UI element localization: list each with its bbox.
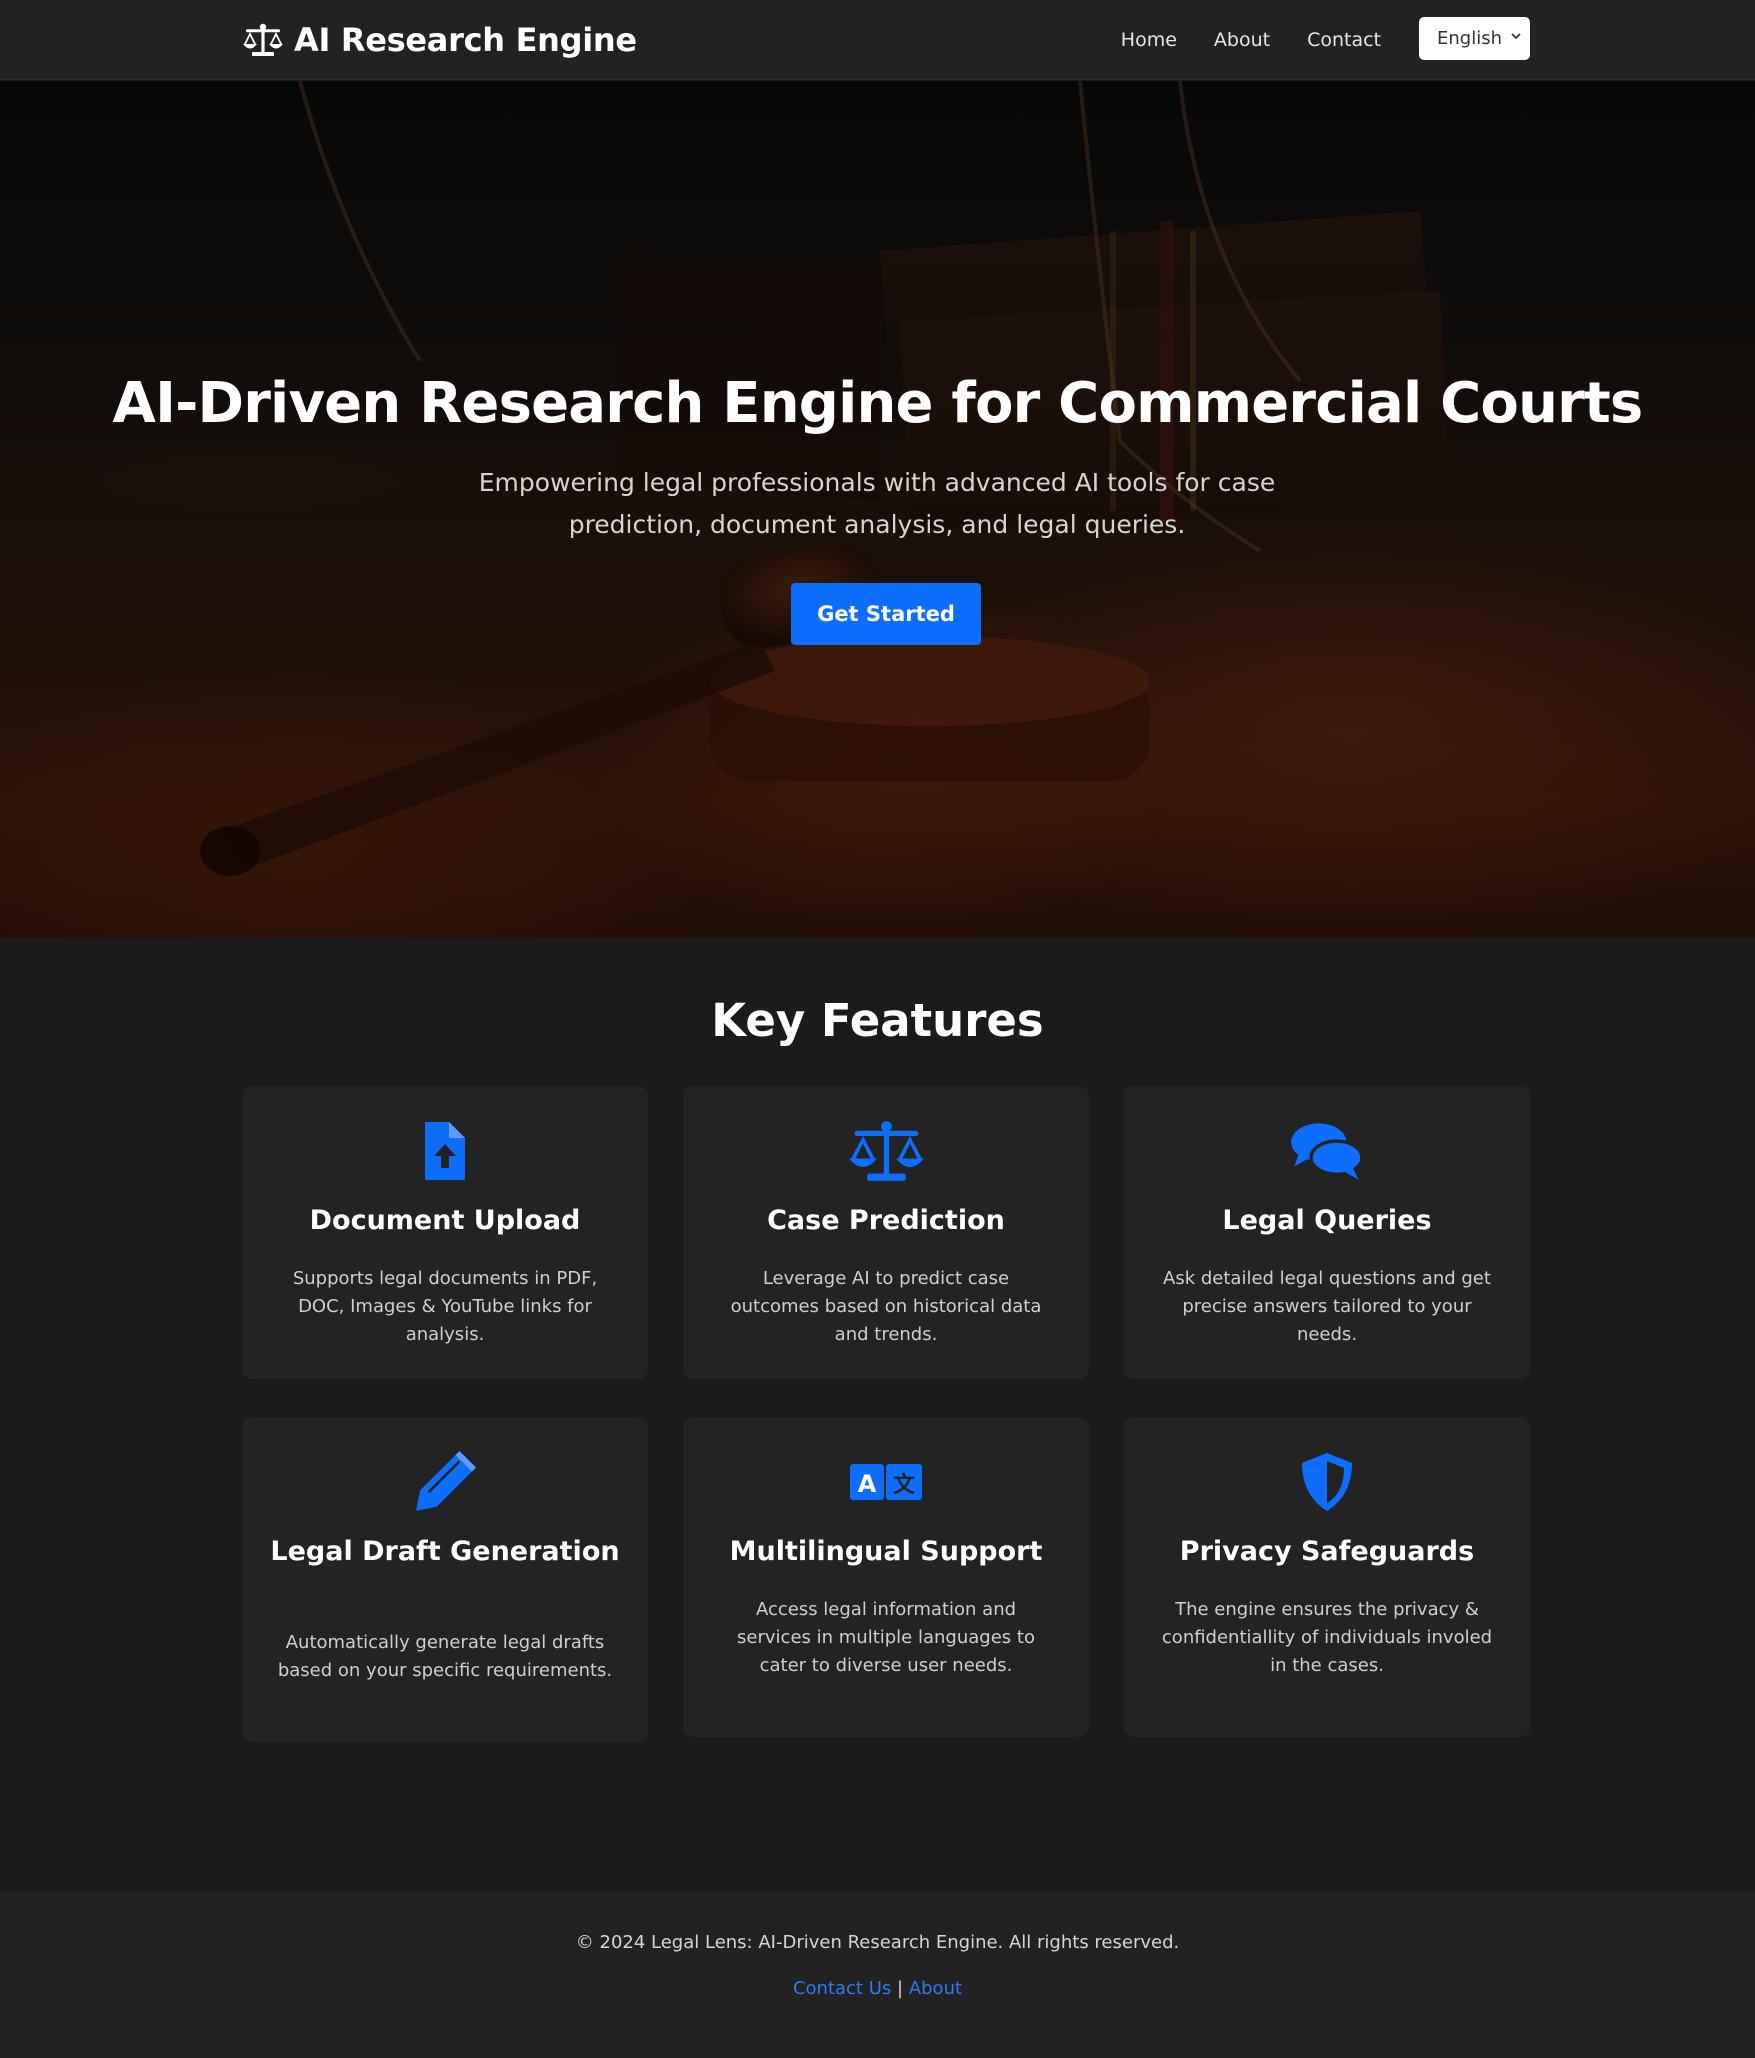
nav-link-home[interactable]: Home <box>1121 29 1177 51</box>
footer-about-link[interactable]: About <box>909 1978 962 1999</box>
feature-card-case-prediction: Case Prediction Leverage AI to predict c… <box>683 1086 1089 1379</box>
feature-description: Automatically generate legal drafts base… <box>277 1632 613 1681</box>
comments-icon <box>1291 1123 1364 1180</box>
shield-icon <box>1302 1453 1352 1511</box>
features-section: Key Features Document Upload Supports le… <box>0 938 1755 1836</box>
feature-description: The engine ensures the privacy & confide… <box>1161 1599 1493 1676</box>
feature-description: Supports legal documents in PDF, DOC, Im… <box>292 1268 598 1345</box>
chevron-down-icon <box>1511 33 1521 40</box>
navbar: AI Research Engine Home About Contact En… <box>0 0 1755 80</box>
brand-name: AI Research Engine <box>294 21 637 59</box>
features-heading: Key Features <box>711 994 1044 1047</box>
pencil-icon <box>416 1451 476 1511</box>
feature-title: Privacy Safeguards <box>1179 1536 1475 1567</box>
feature-title: Case Prediction <box>767 1205 1005 1236</box>
footer-links: Contact Us | About <box>0 1978 1755 1999</box>
copyright-text: © 2024 Legal Lens: AI-Driven Research En… <box>575 1932 1180 1953</box>
svg-text:文: 文 <box>893 1472 916 1498</box>
get-started-button[interactable]: Get Started <box>791 583 981 645</box>
feature-title: Legal Draft Generation <box>270 1536 620 1567</box>
brand-link[interactable]: AI Research Engine <box>242 0 637 80</box>
footer-contact-us-link[interactable]: Contact Us <box>793 1978 891 1999</box>
hero-title: AI-Driven Research Engine for Commercial… <box>112 371 1644 436</box>
feature-card-legal-draft: Legal Draft Generation Automatically gen… <box>242 1417 648 1742</box>
nav-link-contact[interactable]: Contact <box>1307 29 1381 51</box>
feature-description: Access legal information and services in… <box>737 1599 1035 1676</box>
language-icon: A 文 <box>850 1464 922 1500</box>
feature-description: Leverage AI to predict case outcomes bas… <box>730 1268 1042 1345</box>
feature-card-multilingual: A 文 Multilingual Support Access legal in… <box>683 1417 1089 1737</box>
feature-card-privacy: Privacy Safeguards The engine ensures th… <box>1124 1417 1530 1737</box>
nav-links: Home About Contact <box>1121 0 1381 80</box>
nav-link-about[interactable]: About <box>1214 29 1270 51</box>
hero-subtitle: Empowering legal professionals with adva… <box>478 468 1276 539</box>
svg-text:A: A <box>858 1470 877 1498</box>
file-upload-icon <box>425 1122 465 1180</box>
feature-title: Legal Queries <box>1222 1205 1432 1236</box>
hero-section: AI-Driven Research Engine for Commercial… <box>0 81 1755 938</box>
balance-scale-icon <box>848 1121 924 1181</box>
feature-title: Multilingual Support <box>729 1536 1043 1567</box>
language-selected-value: English <box>1437 28 1502 49</box>
language-select[interactable]: English <box>1419 17 1530 60</box>
feature-description: Ask detailed legal questions and get pre… <box>1163 1268 1491 1345</box>
feature-card-document-upload: Document Upload Supports legal documents… <box>242 1086 648 1379</box>
feature-card-legal-queries: Legal Queries Ask detailed legal questio… <box>1124 1086 1530 1379</box>
footer: © 2024 Legal Lens: AI-Driven Research En… <box>0 1892 1755 2058</box>
footer-separator: | <box>897 1978 904 1999</box>
balance-scale-icon <box>242 23 284 57</box>
feature-title: Document Upload <box>309 1205 581 1236</box>
